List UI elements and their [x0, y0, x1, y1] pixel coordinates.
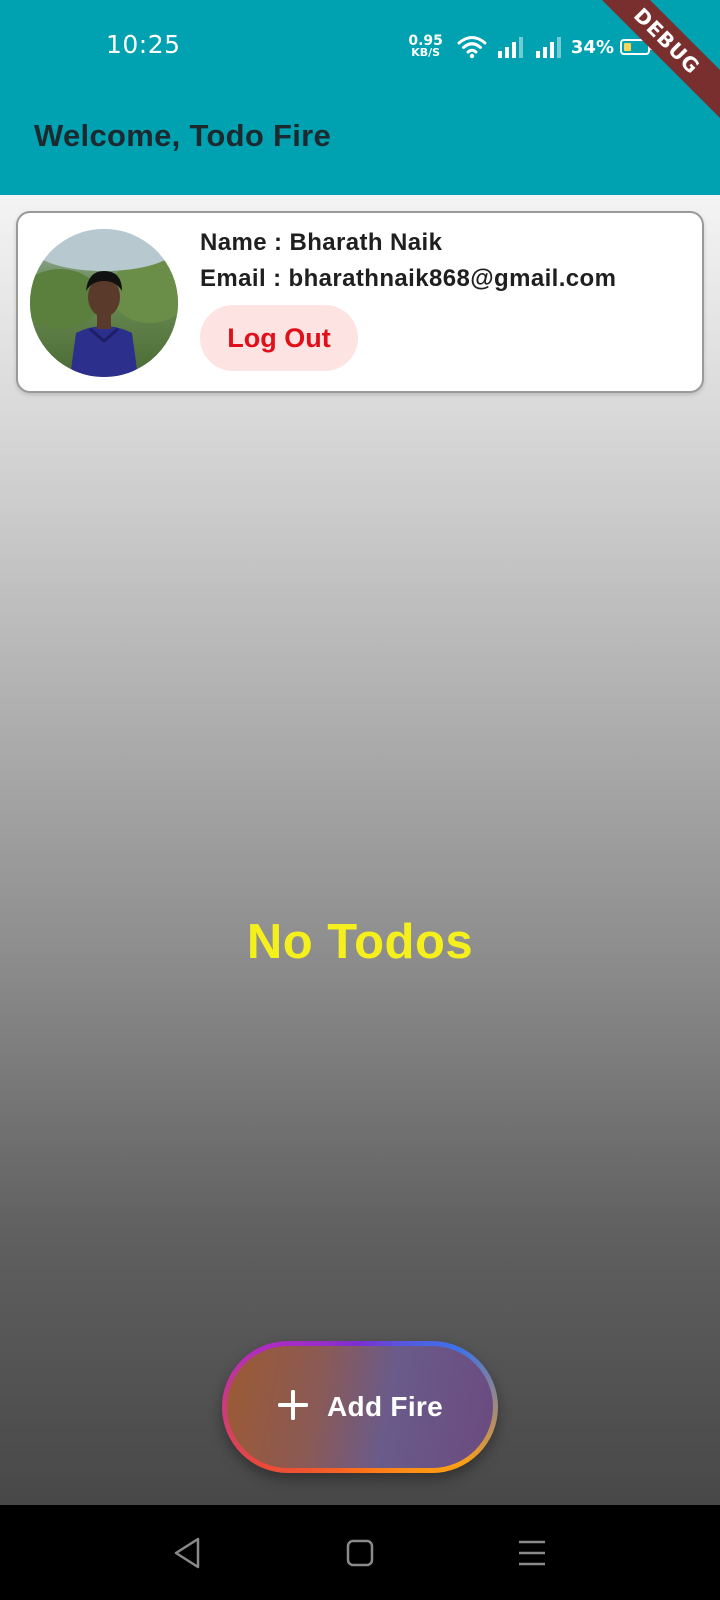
plus-icon: [278, 1390, 309, 1420]
avatar-photo: [30, 229, 178, 377]
app-screen: 10:25 0.95 KB/S 34% Welcome, Todo Fire D…: [0, 0, 720, 1505]
logout-button[interactable]: Log Out: [200, 305, 358, 371]
avatar: [30, 229, 178, 377]
add-fire-label: Add Fire: [327, 1391, 443, 1422]
network-speed: 0.95 KB/S: [408, 34, 443, 59]
signal-icon: [535, 37, 561, 58]
battery-fill: [624, 43, 631, 51]
home-icon[interactable]: [340, 1533, 380, 1573]
app-bar: 10:25 0.95 KB/S 34% Welcome, Todo Fire: [0, 0, 720, 195]
add-fire-button[interactable]: Add Fire: [222, 1341, 498, 1473]
wifi-icon: [457, 36, 487, 59]
status-icons: 0.95 KB/S 34%: [408, 30, 653, 64]
profile-email: Email : bharathnaik868@gmail.com: [200, 265, 617, 292]
add-fire-button-body: Add Fire: [227, 1346, 493, 1468]
battery-percent: 34%: [570, 36, 614, 58]
page-title: Welcome, Todo Fire: [34, 118, 332, 153]
profile-name: Name : Bharath Naik: [200, 229, 443, 256]
signal-icon: [497, 37, 523, 58]
status-time: 10:25: [106, 30, 181, 59]
menu-icon[interactable]: [512, 1533, 552, 1573]
back-icon[interactable]: [168, 1533, 208, 1573]
network-speed-unit: KB/S: [411, 46, 441, 59]
empty-state-text: No Todos: [246, 915, 474, 969]
profile-card: Name : Bharath Naik Email : bharathnaik8…: [16, 211, 704, 393]
system-nav-bar: [0, 1505, 720, 1600]
